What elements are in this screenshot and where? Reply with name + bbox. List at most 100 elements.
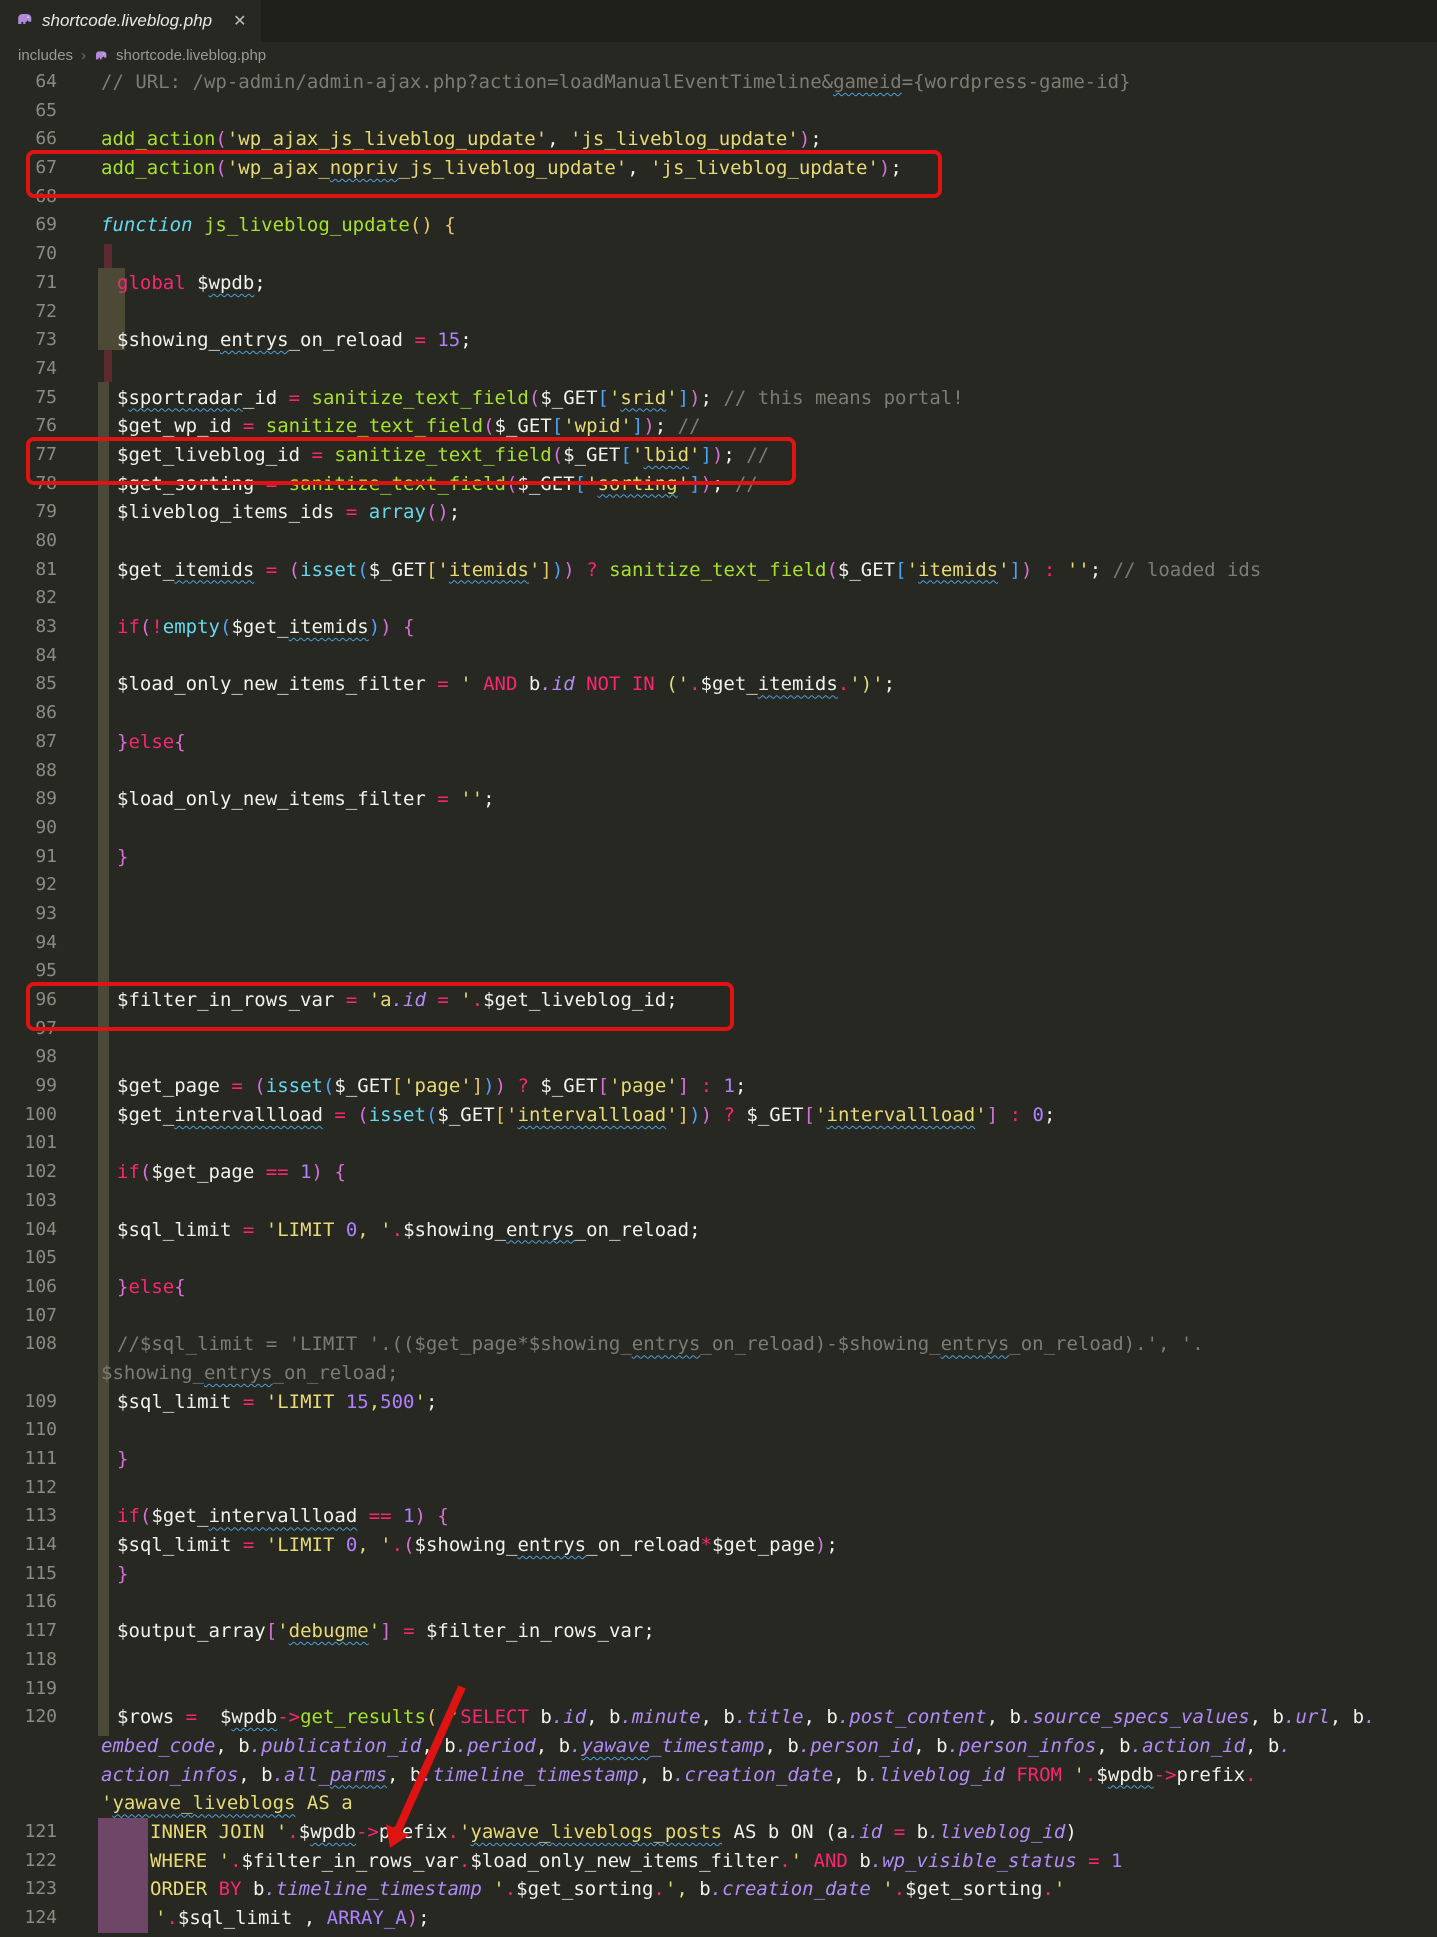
- code-line-65[interactable]: 65: [0, 97, 1437, 126]
- code-text: global $wpdb;: [117, 271, 266, 294]
- code-line-113[interactable]: 113 if($get_intervallload == 1) {: [0, 1502, 1437, 1531]
- code-line-87[interactable]: 87}else{: [0, 728, 1437, 757]
- code-line-105[interactable]: 105: [0, 1244, 1437, 1273]
- code-text: WHERE '.$filter_in_rows_var.$load_only_n…: [150, 1849, 1123, 1872]
- code-line-76[interactable]: 76 $get_wp_id = sanitize_text_field($_GET…: [0, 412, 1437, 441]
- code-line-81[interactable]: 81 $get_itemids = (isset($_GET['itemids']…: [0, 556, 1437, 585]
- breadcrumb-file[interactable]: shortcode.liveblog.php: [116, 47, 266, 64]
- code-line-74[interactable]: 74: [0, 355, 1437, 384]
- code-line-109[interactable]: 109 $sql_limit = 'LIMIT 15,500';: [0, 1388, 1437, 1417]
- line-number: 65: [35, 99, 57, 121]
- line-number: 121: [24, 1820, 57, 1842]
- code-line-91[interactable]: 91}: [0, 843, 1437, 872]
- breadcrumb-folder[interactable]: includes: [18, 47, 73, 64]
- code-line-90[interactable]: 90: [0, 814, 1437, 843]
- code-line-92[interactable]: 92: [0, 871, 1437, 900]
- code-line-118[interactable]: 118: [0, 1646, 1437, 1675]
- code-line-78[interactable]: 78 $get_sorting = sanitize_text_field($_G…: [0, 470, 1437, 499]
- line-number: 97: [35, 1017, 57, 1039]
- code-line-101[interactable]: 101: [0, 1129, 1437, 1158]
- code-text: //$sql_limit = 'LIMIT '.(($get_page*$sho…: [117, 1333, 1216, 1356]
- code-line-124[interactable]: 124 '.$sql_limit , ARRAY_A);: [0, 1904, 1437, 1933]
- code-line-67[interactable]: 67 add_action('wp_ajax_nopriv_js_liveblog…: [0, 154, 1437, 183]
- code-text: if($get_intervallload == 1) {: [117, 1505, 449, 1528]
- line-number: 76: [35, 415, 57, 437]
- code-editor[interactable]: 64 // URL: /wp-admin/admin-ajax.php?actio…: [0, 68, 1437, 1933]
- code-line-123[interactable]: 123 ORDER BY b.timeline_timestamp '.$get_…: [0, 1875, 1437, 1904]
- close-icon[interactable]: ✕: [233, 11, 246, 31]
- php-elephant-icon: [94, 48, 108, 65]
- code-line-107[interactable]: 107: [0, 1302, 1437, 1331]
- code-text: if(!empty($get_itemids)) {: [117, 616, 415, 639]
- code-line-84[interactable]: 84: [0, 642, 1437, 671]
- code-line-108[interactable]: 108 //$sql_limit = 'LIMIT '.(($get_page*$…: [0, 1330, 1437, 1359]
- code-line-85[interactable]: 85 $load_only_new_items_filter = ' AND b.…: [0, 670, 1437, 699]
- code-line-83[interactable]: 83 if(!empty($get_itemids)) {: [0, 613, 1437, 642]
- code-line-119[interactable]: 119: [0, 1675, 1437, 1704]
- code-line-95[interactable]: 95: [0, 957, 1437, 986]
- code-line-110[interactable]: 110: [0, 1416, 1437, 1445]
- code-line-114[interactable]: 114 $sql_limit = 'LIMIT 0, '.($showing_en…: [0, 1531, 1437, 1560]
- code-line-122[interactable]: 122 WHERE '.$filter_in_rows_var.$load_onl…: [0, 1847, 1437, 1876]
- code-line-93[interactable]: 93: [0, 900, 1437, 929]
- code-line-100[interactable]: 100 $get_intervallload = (isset($_GET['in…: [0, 1101, 1437, 1130]
- code-line-121[interactable]: 121 INNER JOIN '.$wpdb->prefix.'yawave_li…: [0, 1818, 1437, 1847]
- code-line-64[interactable]: 64 // URL: /wp-admin/admin-ajax.php?actio…: [0, 68, 1437, 97]
- code-text: $rows = $wpdb->get_results( 'SELECT b.id…: [117, 1706, 1376, 1729]
- code-line-104[interactable]: 104 $sql_limit = 'LIMIT 0, '.$showing_ent…: [0, 1216, 1437, 1245]
- code-line-wrap[interactable]: embed_code, b.publication_id, b.period, …: [0, 1732, 1437, 1761]
- code-line-94[interactable]: 94: [0, 929, 1437, 958]
- code-line-102[interactable]: 102 if($get_page == 1) {: [0, 1158, 1437, 1187]
- code-line-103[interactable]: 103: [0, 1187, 1437, 1216]
- line-number: 87: [35, 730, 57, 752]
- code-line-112[interactable]: 112: [0, 1474, 1437, 1503]
- code-line-71[interactable]: 71 global $wpdb;: [0, 269, 1437, 298]
- code-line-111[interactable]: 111}: [0, 1445, 1437, 1474]
- line-number: 122: [24, 1849, 57, 1871]
- tab-shortcode-liveblog-php[interactable]: shortcode.liveblog.php ✕: [0, 0, 261, 42]
- line-number: 119: [24, 1677, 57, 1699]
- code-line-116[interactable]: 116: [0, 1588, 1437, 1617]
- code-line-66[interactable]: 66 add_action('wp_ajax_js_liveblog_update…: [0, 125, 1437, 154]
- line-number: 95: [35, 960, 57, 982]
- code-line-99[interactable]: 99 $get_page = (isset($_GET['page'])) ? $…: [0, 1072, 1437, 1101]
- code-line-106[interactable]: 106}else{: [0, 1273, 1437, 1302]
- code-text: }: [117, 1448, 129, 1470]
- code-line-75[interactable]: 75 $sportradar_id = sanitize_text_field($…: [0, 384, 1437, 413]
- code-line-70[interactable]: 70: [0, 240, 1437, 269]
- code-line-79[interactable]: 79 $liveblog_items_ids = array();: [0, 498, 1437, 527]
- line-number: 69: [35, 214, 57, 236]
- code-text: $filter_in_rows_var = 'a.id = '.$get_liv…: [117, 989, 678, 1011]
- code-line-117[interactable]: 117 $output_array['debugme'] = $filter_in…: [0, 1617, 1437, 1646]
- line-number: 100: [24, 1103, 57, 1125]
- code-line-97[interactable]: 97: [0, 1015, 1437, 1044]
- code-line-wrap[interactable]: $showing_entrys_on_reload;: [0, 1359, 1437, 1388]
- code-line-68[interactable]: 68: [0, 183, 1437, 212]
- code-line-88[interactable]: 88: [0, 757, 1437, 786]
- code-line-98[interactable]: 98: [0, 1043, 1437, 1072]
- code-line-wrap[interactable]: 'yawave_liveblogs AS a: [0, 1789, 1437, 1818]
- code-text: ORDER BY b.timeline_timestamp '.$get_sor…: [150, 1878, 1066, 1901]
- code-line-89[interactable]: 89 $load_only_new_items_filter = '';: [0, 785, 1437, 814]
- code-line-69[interactable]: 69 function js_liveblog_update() {: [0, 211, 1437, 240]
- code-line-96[interactable]: 96 $filter_in_rows_var = 'a.id = '.$get_l…: [0, 986, 1437, 1015]
- code-line-80[interactable]: 80: [0, 527, 1437, 556]
- code-line-120[interactable]: 120 $rows = $wpdb->get_results( 'SELECT b…: [0, 1703, 1437, 1732]
- code-line-82[interactable]: 82: [0, 584, 1437, 613]
- code-line-86[interactable]: 86: [0, 699, 1437, 728]
- line-number: 111: [24, 1448, 57, 1469]
- code-line-72[interactable]: 72: [0, 298, 1437, 327]
- code-line-77[interactable]: 77 $get_liveblog_id = sanitize_text_field…: [0, 441, 1437, 470]
- line-number: 72: [35, 300, 57, 322]
- line-number: 82: [35, 587, 57, 609]
- code-line-73[interactable]: 73 $showing_entrys_on_reload = 15;: [0, 326, 1437, 355]
- line-number: 80: [35, 530, 57, 551]
- code-line-115[interactable]: 115}: [0, 1560, 1437, 1589]
- code-line-wrap[interactable]: action_infos, b.all_parms, b.timeline_ti…: [0, 1761, 1437, 1790]
- code-text: }: [117, 845, 129, 868]
